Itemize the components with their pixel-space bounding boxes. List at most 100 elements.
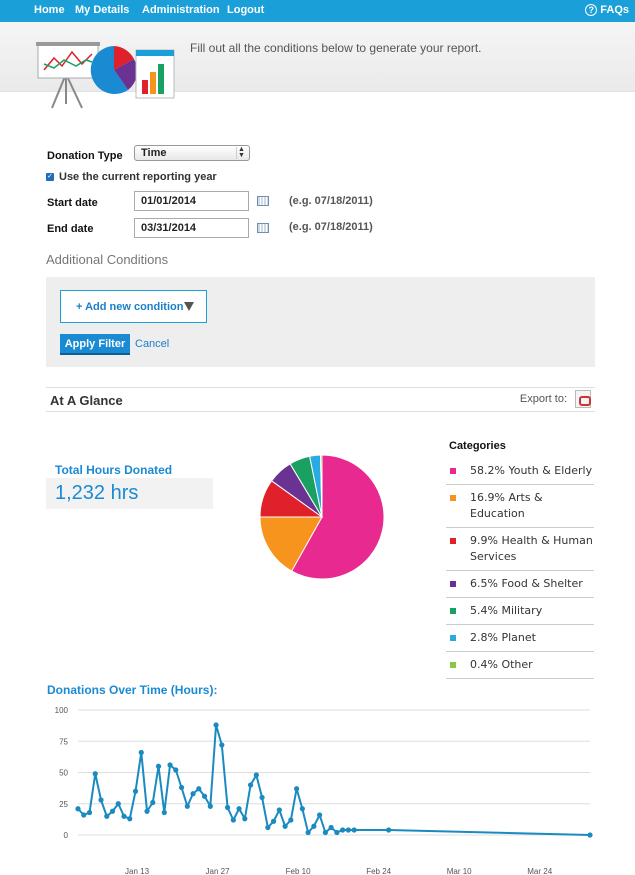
end-date-hint: (e.g. 07/18/2011) — [289, 221, 373, 233]
data-point — [587, 832, 593, 838]
category-item: 0.4% Other — [446, 652, 594, 679]
data-point — [282, 823, 288, 829]
data-point — [276, 807, 282, 813]
y-tick-label: 50 — [59, 769, 68, 778]
data-point — [270, 818, 277, 824]
data-point — [386, 827, 392, 833]
x-tick-label: Feb 24 — [366, 867, 391, 875]
data-point — [224, 804, 231, 811]
top-nav: Home My Details Administration Logout ? … — [0, 0, 635, 22]
data-point — [138, 749, 144, 756]
data-point — [132, 788, 139, 794]
category-item: 5.4% Military — [446, 598, 594, 625]
start-date-hint: (e.g. 07/18/2011) — [289, 195, 373, 207]
x-tick-label: Mar 24 — [527, 867, 552, 875]
data-point — [155, 763, 162, 769]
x-tick-label: Mar 10 — [447, 867, 472, 875]
select-arrows-icon: ▲ ▼ — [236, 146, 246, 159]
x-tick-label: Jan 27 — [206, 867, 231, 875]
current-year-checkbox[interactable]: ✓ Use the current reporting year — [46, 171, 217, 183]
category-item: 2.8% Planet — [446, 625, 594, 652]
data-point — [345, 827, 351, 833]
apply-filter-button[interactable]: Apply Filter — [60, 334, 130, 355]
category-swatch — [450, 495, 456, 501]
data-point — [311, 823, 317, 829]
data-point — [219, 742, 225, 748]
data-point — [127, 816, 133, 822]
intro-text: Fill out all the conditions below to gen… — [190, 41, 482, 55]
data-point — [299, 806, 305, 812]
data-point — [92, 771, 98, 777]
data-point — [288, 817, 294, 823]
category-percent: 58.2% — [470, 464, 505, 477]
data-point — [144, 808, 150, 814]
data-point — [242, 816, 248, 822]
data-point — [236, 806, 242, 812]
data-point — [150, 799, 156, 806]
faq-link[interactable]: ? FAQs — [585, 4, 629, 16]
nav-home[interactable]: Home — [34, 4, 65, 16]
category-swatch — [450, 662, 456, 668]
start-date-label: Start date — [47, 197, 98, 209]
pdf-export-icon[interactable] — [575, 390, 591, 408]
data-point — [196, 786, 202, 792]
data-point — [351, 827, 357, 833]
category-percent: 2.8% — [470, 631, 498, 644]
end-date-input[interactable]: 03/31/2014 — [134, 218, 249, 238]
category-item: 58.2% Youth & Elderly — [446, 458, 594, 485]
start-calendar-icon[interactable] — [257, 196, 269, 206]
donations-line-chart: 100 75 50 25 0 Jan 13 Jan 27 Feb 10 Feb 24 Mar 10… — [55, 706, 593, 875]
category-percent: 0.4% — [470, 658, 498, 671]
data-point — [81, 812, 87, 818]
total-hours-value: 1,232 hrs — [55, 482, 139, 504]
data-point — [173, 767, 179, 773]
data-point — [86, 809, 93, 816]
data-point — [201, 793, 208, 799]
category-swatch — [450, 468, 456, 474]
category-name: Food & Shelter — [501, 577, 583, 590]
help-icon: ? — [585, 4, 598, 16]
add-condition-label: + Add new condition — [76, 300, 184, 313]
data-point — [294, 786, 300, 792]
data-point — [328, 824, 334, 831]
category-swatch — [450, 581, 456, 587]
category-name: Planet — [501, 631, 536, 644]
add-condition-button[interactable]: + Add new condition — [60, 290, 207, 323]
x-tick-label: Feb 10 — [286, 867, 311, 875]
data-point — [121, 813, 127, 819]
y-tick-label: 100 — [55, 706, 69, 715]
data-point — [104, 813, 110, 819]
total-hours-label: Total Hours Donated — [55, 463, 173, 477]
data-point — [305, 829, 311, 836]
current-year-label: Use the current reporting year — [59, 171, 217, 183]
category-percent: 5.4% — [470, 604, 498, 617]
data-point — [253, 772, 259, 778]
nav-logout[interactable]: Logout — [227, 4, 264, 16]
data-point — [115, 801, 121, 807]
conditions-panel: + Add new condition Apply Filter Cancel — [46, 277, 595, 367]
category-percent: 9.9% — [470, 534, 498, 547]
nav-administration[interactable]: Administration — [142, 4, 220, 16]
cancel-link[interactable]: Cancel — [135, 338, 169, 350]
donation-type-value: Time — [141, 147, 167, 159]
data-point — [259, 794, 265, 801]
data-point — [322, 829, 328, 836]
category-percent: 16.9% — [470, 491, 505, 504]
data-point — [265, 824, 271, 831]
category-item: 16.9% Arts & Education — [446, 485, 594, 528]
end-calendar-icon[interactable] — [257, 223, 269, 233]
start-date-input[interactable]: 01/01/2014 — [134, 191, 249, 211]
data-point — [317, 812, 323, 818]
nav-my-details[interactable]: My Details — [75, 4, 129, 16]
data-point — [334, 829, 340, 836]
donation-type-select[interactable]: Time ▲ ▼ — [134, 145, 250, 161]
category-item: 9.9% Health & Human Services — [446, 528, 594, 571]
at-a-glance-title: At A Glance — [50, 393, 123, 408]
y-tick-label: 75 — [59, 737, 68, 746]
data-point — [75, 806, 81, 812]
report-illustration-icon — [36, 42, 175, 109]
category-percent: 6.5% — [470, 577, 498, 590]
category-swatch — [450, 608, 456, 614]
dropdown-triangle-icon — [184, 302, 194, 311]
faq-label: FAQs — [600, 4, 629, 16]
